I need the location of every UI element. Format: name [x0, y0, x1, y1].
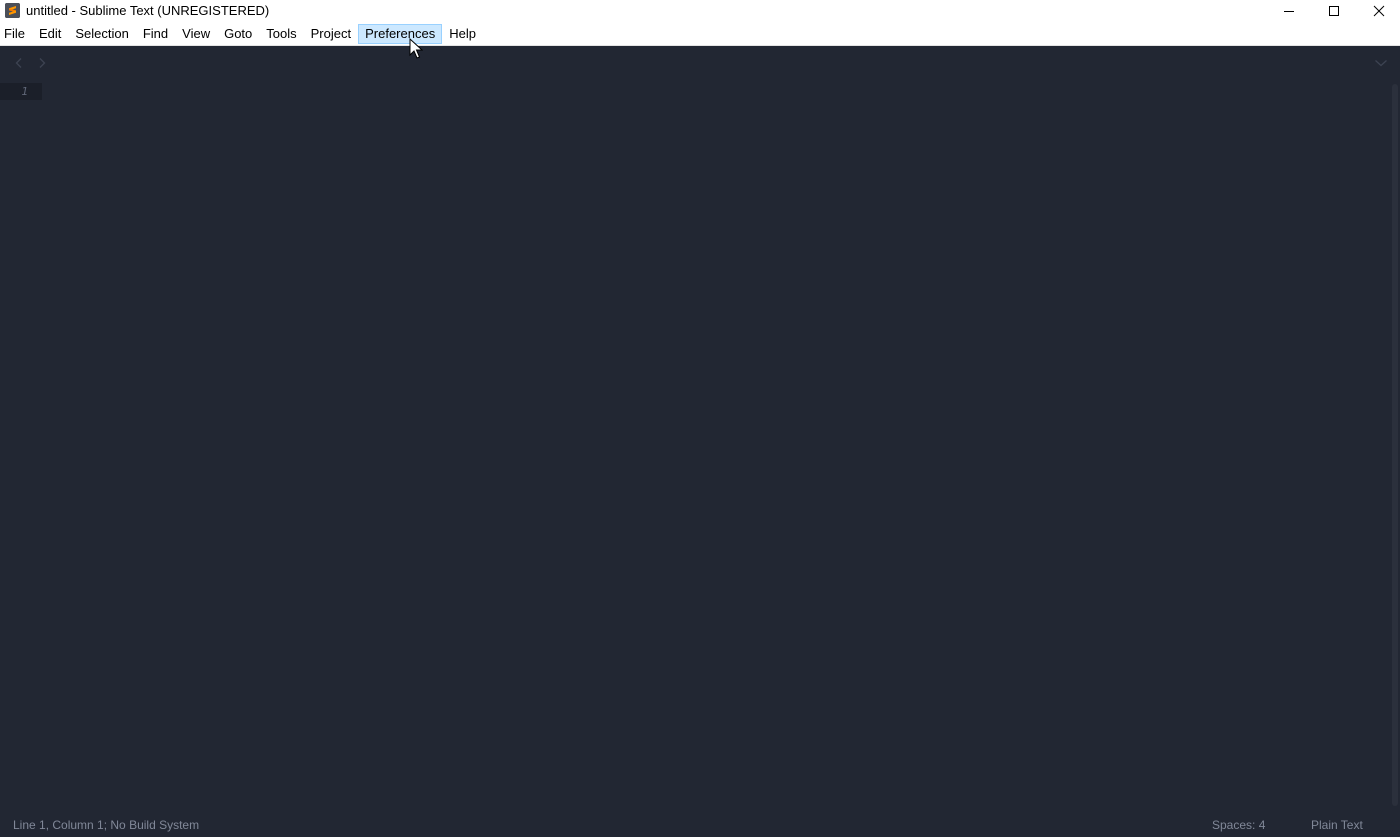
menu-selection[interactable]: Selection [68, 24, 135, 44]
menu-help[interactable]: Help [442, 24, 483, 44]
menu-view[interactable]: View [175, 24, 217, 44]
gutter-active-line: 1 [0, 83, 42, 100]
menu-edit[interactable]: Edit [32, 24, 68, 44]
line-number: 1 [21, 85, 28, 98]
menu-file[interactable]: File [0, 24, 32, 44]
close-icon [1373, 5, 1385, 17]
menu-project[interactable]: Project [304, 24, 358, 44]
close-button[interactable] [1356, 0, 1400, 22]
chevron-down-icon[interactable] [1374, 58, 1388, 68]
editor-area: 1 [0, 46, 1400, 813]
sublime-text-logo-icon [5, 3, 20, 18]
window-title: untitled - Sublime Text (UNREGISTERED) [26, 3, 270, 18]
status-cursor-position: Line 1, Column 1; No Build System [13, 818, 200, 832]
tab-bar [0, 46, 1400, 80]
maximize-icon [1329, 6, 1339, 16]
vertical-scrollbar[interactable] [1391, 84, 1399, 810]
status-bar: Line 1, Column 1; No Build System Spaces… [0, 813, 1400, 837]
sublime-text-window: untitled - Sublime Text (UNREGISTERED) F… [0, 0, 1400, 837]
chevron-left-icon[interactable] [13, 57, 25, 69]
menu-tools[interactable]: Tools [259, 24, 303, 44]
menu-bar: File Edit Selection Find View Goto Tools… [0, 22, 1400, 46]
maximize-button[interactable] [1311, 0, 1357, 22]
status-indentation[interactable]: Spaces: 4 [1212, 818, 1265, 832]
menu-find[interactable]: Find [136, 24, 175, 44]
text-buffer[interactable] [52, 83, 1382, 803]
minimize-button[interactable] [1266, 0, 1312, 22]
status-syntax[interactable]: Plain Text [1311, 818, 1363, 832]
menu-preferences[interactable]: Preferences [358, 23, 443, 44]
chevron-right-icon[interactable] [36, 57, 48, 69]
scrollbar-thumb[interactable] [1392, 84, 1398, 806]
menu-goto[interactable]: Goto [217, 24, 259, 44]
title-bar: untitled - Sublime Text (UNREGISTERED) [0, 0, 1400, 22]
minimize-icon [1284, 11, 1294, 12]
